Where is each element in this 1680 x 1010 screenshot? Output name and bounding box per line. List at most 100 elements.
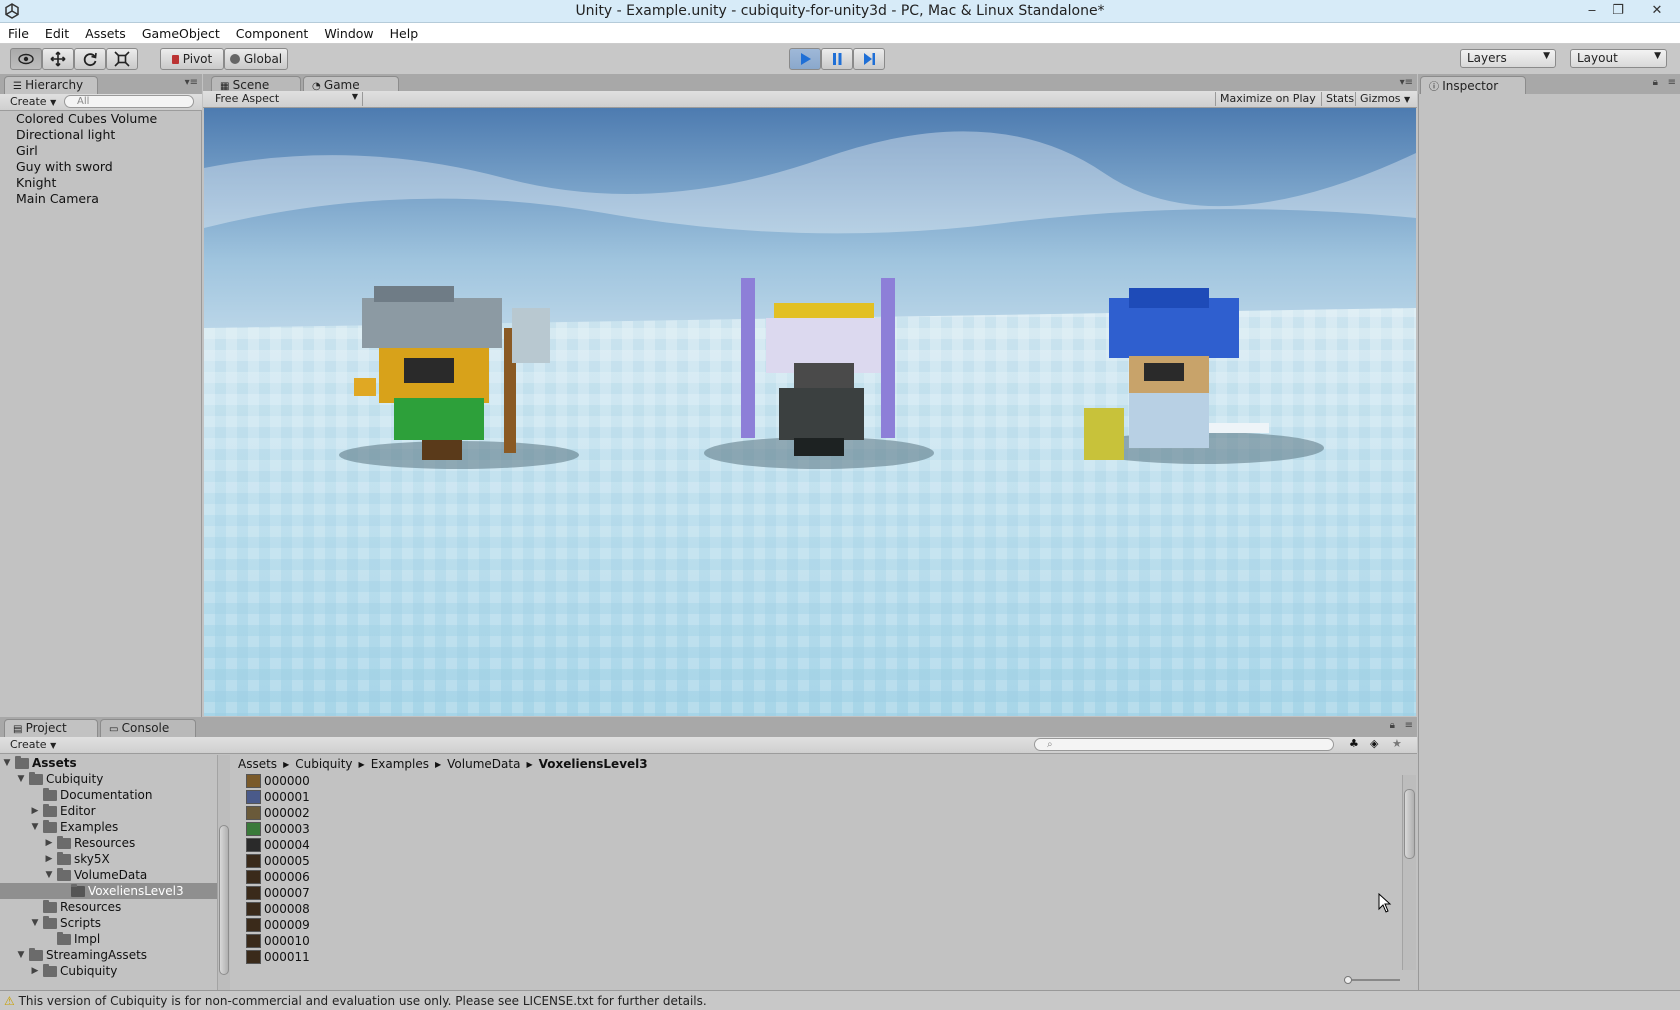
tree-folder[interactable]: ▶ sky5X <box>44 851 110 867</box>
tree-folder[interactable]: ▶ Editor <box>30 803 96 819</box>
menu-edit[interactable]: Edit <box>37 23 77 41</box>
lock-icon[interactable]: 🔒︎ <box>1390 720 1395 731</box>
gizmos-dropdown[interactable]: Gizmos ▼ <box>1355 92 1414 106</box>
favorite-star-icon[interactable]: ★ <box>1392 737 1402 750</box>
tree-folder[interactable]: Documentation <box>30 787 153 803</box>
asset-file[interactable]: 000008 <box>246 901 310 917</box>
expand-arrow-icon[interactable]: ▼ <box>30 918 40 928</box>
breadcrumb-item[interactable]: Examples <box>371 757 429 771</box>
expand-arrow-icon[interactable]: ▼ <box>30 822 40 832</box>
asset-file[interactable]: 000002 <box>246 805 310 821</box>
hierarchy-item[interactable]: Main Camera <box>16 191 99 206</box>
panel-menu-icon[interactable]: ≡ <box>1668 77 1676 88</box>
tree-folder[interactable]: Resources <box>30 899 121 915</box>
layout-dropdown[interactable]: Layout ▼ <box>1570 49 1667 68</box>
panel-menu-icon[interactable]: ▾≡ <box>1400 77 1413 88</box>
panel-menu-icon[interactable]: ▾≡ <box>185 77 198 88</box>
tree-folder[interactable]: ▼ Scripts <box>30 915 101 931</box>
menu-window[interactable]: Window <box>316 23 381 41</box>
tree-scroll-thumb[interactable] <box>219 825 229 975</box>
hierarchy-item[interactable]: Colored Cubes Volume <box>16 111 157 126</box>
globe-icon <box>229 54 240 64</box>
maximize-on-play-toggle[interactable]: Maximize on Play <box>1215 92 1320 106</box>
asset-file[interactable]: 000011 <box>246 949 310 965</box>
hierarchy-item[interactable]: Directional light <box>16 127 115 142</box>
asset-file[interactable]: 000003 <box>246 821 310 837</box>
tree-folder[interactable]: ▼ VolumeData <box>44 867 147 883</box>
lock-icon[interactable]: 🔒︎ <box>1653 77 1658 88</box>
tab-inspector[interactable]: ⓘ Inspector <box>1420 76 1526 94</box>
close-button[interactable]: ✕ <box>1640 1 1674 21</box>
hierarchy-search-input[interactable]: All <box>64 95 194 108</box>
breadcrumb-item[interactable]: VolumeData <box>447 757 520 771</box>
expand-arrow-icon[interactable]: ▼ <box>16 950 26 960</box>
voxel-thumbnail-icon <box>246 822 261 836</box>
project-create-button[interactable]: Create ▼ <box>6 738 60 752</box>
tab-console[interactable]: ▭ Console <box>100 719 196 737</box>
hierarchy-create-button[interactable]: Create ▼ <box>6 95 60 109</box>
expand-arrow-icon[interactable]: ▼ <box>44 870 54 880</box>
assets-scrollbar[interactable] <box>1402 775 1416 970</box>
minimize-button[interactable]: ‒ <box>1578 1 1606 21</box>
menu-assets[interactable]: Assets <box>77 23 134 41</box>
hierarchy-item[interactable]: Knight <box>16 175 56 190</box>
asset-file[interactable]: 000010 <box>246 933 310 949</box>
asset-file[interactable]: 000000 <box>246 773 310 789</box>
breadcrumb-current[interactable]: VoxeliensLevel3 <box>539 757 648 771</box>
asset-file[interactable]: 000006 <box>246 869 310 885</box>
layers-dropdown[interactable]: Layers ▼ <box>1460 49 1556 68</box>
play-button[interactable] <box>789 48 821 70</box>
status-message[interactable]: This version of Cubiquity is for non-com… <box>19 994 707 1008</box>
aspect-dropdown[interactable]: Free Aspect ▼ <box>211 92 363 106</box>
filter-label-icon[interactable]: ◈ <box>1370 737 1378 750</box>
tree-folder[interactable]: ▶ Resources <box>44 835 135 851</box>
stats-toggle[interactable]: Stats <box>1321 92 1358 106</box>
tree-folder[interactable]: ▼ Examples <box>30 819 118 835</box>
tree-folder[interactable]: Impl <box>44 931 100 947</box>
slider-thumb[interactable] <box>1344 976 1352 984</box>
asset-file[interactable]: 000001 <box>246 789 310 805</box>
rotate-tool-button[interactable] <box>74 48 106 70</box>
hierarchy-item[interactable]: Guy with sword <box>16 159 113 174</box>
restore-button[interactable]: ❐ <box>1604 1 1632 21</box>
menu-gameobject[interactable]: GameObject <box>134 23 228 41</box>
scale-tool-button[interactable] <box>106 48 138 70</box>
pause-button[interactable] <box>821 48 853 70</box>
game-viewport[interactable] <box>204 108 1416 716</box>
tree-scrollbar[interactable] <box>217 755 230 990</box>
asset-file[interactable]: 000005 <box>246 853 310 869</box>
step-button[interactable] <box>853 48 885 70</box>
asset-file[interactable]: 000004 <box>246 837 310 853</box>
tree-folder[interactable]: ▼ Cubiquity <box>16 771 103 787</box>
global-toggle-button[interactable]: Global <box>224 48 288 70</box>
tree-folder[interactable]: ▼ Assets <box>2 755 77 771</box>
icon-size-slider[interactable] <box>1344 976 1400 984</box>
project-search-input[interactable]: ⌕ <box>1034 738 1334 751</box>
assets-scroll-thumb[interactable] <box>1404 789 1415 859</box>
tab-hierarchy[interactable]: ☰ Hierarchy <box>4 76 98 94</box>
expand-arrow-icon[interactable]: ▼ <box>2 758 12 768</box>
menu-help[interactable]: Help <box>382 23 427 41</box>
asset-file[interactable]: 000009 <box>246 917 310 933</box>
breadcrumb-item[interactable]: Assets <box>238 757 277 771</box>
panel-menu-icon[interactable]: ≡ <box>1405 720 1413 731</box>
tree-folder[interactable]: ▼ StreamingAssets <box>16 947 147 963</box>
tree-folder-selected[interactable]: VoxeliensLevel3 <box>0 883 218 899</box>
menu-component[interactable]: Component <box>228 23 317 41</box>
hierarchy-item[interactable]: Girl <box>16 143 38 158</box>
breadcrumb-item[interactable]: Cubiquity <box>295 757 352 771</box>
tree-folder[interactable]: ▶ Cubiquity <box>30 963 117 979</box>
tab-project[interactable]: ▤ Project <box>4 719 98 737</box>
move-tool-button[interactable] <box>42 48 74 70</box>
collapse-arrow-icon[interactable]: ▶ <box>30 966 40 976</box>
filter-type-icon[interactable]: ♣ <box>1349 737 1359 750</box>
collapse-arrow-icon[interactable]: ▶ <box>44 838 54 848</box>
collapse-arrow-icon[interactable]: ▶ <box>30 806 40 816</box>
expand-arrow-icon[interactable]: ▼ <box>16 774 26 784</box>
collapse-arrow-icon[interactable]: ▶ <box>44 854 54 864</box>
asset-file[interactable]: 000007 <box>246 885 310 901</box>
menu-file[interactable]: File <box>0 23 37 41</box>
rotate-icon <box>83 52 97 67</box>
pivot-toggle-button[interactable]: Pivot <box>160 48 224 70</box>
view-tool-button[interactable] <box>10 48 42 70</box>
